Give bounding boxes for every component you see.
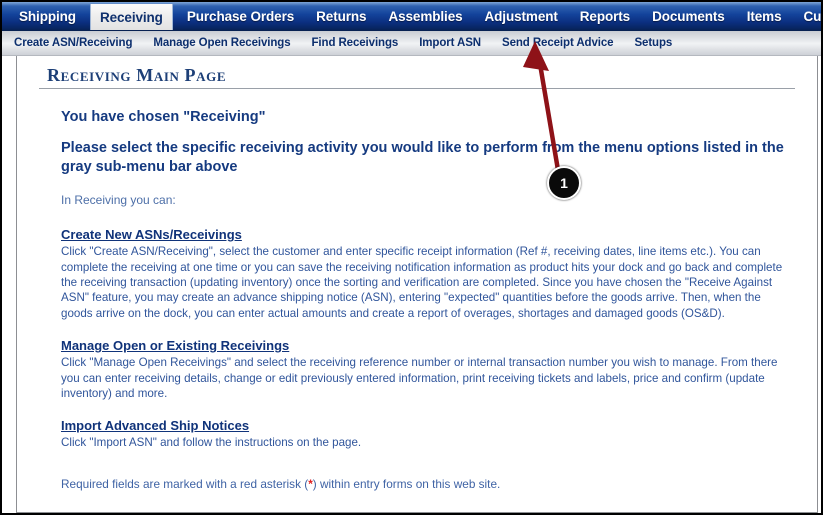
heading-you-have-chosen: You have chosen "Receiving": [61, 109, 266, 125]
nav-tab-label: Assemblies: [388, 9, 463, 24]
nav-tab-label: Returns: [316, 9, 367, 24]
section-import-advanced-ship-notices: Import Advanced Ship Notices Click "Impo…: [61, 417, 795, 450]
nav-tab-label: Items: [746, 9, 782, 24]
nav-tab-label: Adjustment: [484, 9, 558, 24]
link-import-advanced-ship-notices[interactable]: Import Advanced Ship Notices: [61, 418, 249, 433]
section-body: Click "Import ASN" and follow the instru…: [61, 436, 362, 450]
required-fields-note: Required fields are marked with a red as…: [61, 477, 795, 491]
nav-tab-reports[interactable]: Reports: [569, 2, 641, 31]
nav-tab-purchase-orders[interactable]: Purchase Orders: [176, 2, 305, 31]
section-manage-open-receivings: Manage Open or Existing Receivings Click…: [61, 337, 795, 401]
nav-tab-label: Customers: [803, 9, 822, 24]
subnav-item-label: Create ASN/Receiving: [14, 37, 133, 49]
nav-tab-label: Reports: [579, 9, 631, 24]
link-manage-open-or-existing-receivings[interactable]: Manage Open or Existing Receivings: [61, 338, 289, 353]
nav-tab-label: Documents: [652, 9, 725, 24]
nav-tab-label: Receiving: [99, 9, 163, 25]
app-window: Shipping Receiving Purchase Orders Retur…: [0, 0, 823, 515]
nav-tab-customers[interactable]: Customers: [793, 2, 822, 31]
sub-navigation-bar: Create ASN/Receiving Manage Open Receivi…: [2, 31, 821, 56]
subnav-item-import-asn[interactable]: Import ASN: [419, 37, 481, 49]
nav-tab-assemblies[interactable]: Assemblies: [377, 2, 473, 31]
nav-tab-returns[interactable]: Returns: [305, 2, 377, 31]
subnav-item-label: Manage Open Receivings: [153, 37, 291, 49]
subnav-item-find-receivings[interactable]: Find Receivings: [312, 37, 399, 49]
section-body: Click "Create ASN/Receiving", select the…: [61, 245, 783, 320]
subnav-item-label: Send Receipt Advice: [502, 37, 614, 49]
callout-badge-number: 1: [560, 175, 568, 191]
link-create-new-asns-receivings[interactable]: Create New ASNs/Receivings: [61, 227, 242, 242]
subnav-item-setups[interactable]: Setups: [634, 37, 672, 49]
page-title: Receiving Main Page: [47, 65, 227, 85]
nav-tab-label: Shipping: [19, 9, 76, 24]
nav-tab-adjustment[interactable]: Adjustment: [474, 2, 569, 31]
nav-tab-label: Purchase Orders: [186, 9, 295, 24]
nav-tab-shipping[interactable]: Shipping: [8, 2, 87, 31]
page-content: You have chosen "Receiving" Please selec…: [39, 89, 795, 491]
section-create-new-asns: Create New ASNs/Receivings Click "Create…: [61, 226, 795, 321]
required-fields-note-prefix: Required fields are marked with a red as…: [61, 476, 309, 491]
required-fields-note-suffix: ) within entry forms on this web site.: [312, 476, 501, 491]
nav-tab-documents[interactable]: Documents: [641, 2, 736, 31]
section-body: Click "Manage Open Receivings" and selec…: [61, 356, 778, 400]
lead-text: In Receiving you can:: [61, 193, 176, 208]
subnav-item-label: Setups: [634, 37, 673, 49]
content-panel: Receiving Main Page You have chosen "Rec…: [16, 56, 818, 513]
callout-badge-1: 1: [547, 166, 581, 200]
subnav-item-label: Import ASN: [419, 37, 482, 49]
heading-instructions: Please select the specific receiving act…: [61, 140, 784, 175]
main-navigation-bar: Shipping Receiving Purchase Orders Retur…: [2, 2, 822, 31]
nav-tab-items[interactable]: Items: [736, 2, 793, 31]
subnav-item-label: Find Receivings: [311, 37, 399, 49]
nav-tab-receiving[interactable]: Receiving: [89, 4, 173, 30]
subnav-item-manage-open-receivings[interactable]: Manage Open Receivings: [153, 37, 290, 49]
subnav-item-send-receipt-advice[interactable]: Send Receipt Advice: [502, 37, 614, 49]
subnav-item-create-asn-receiving[interactable]: Create ASN/Receiving: [14, 37, 132, 49]
